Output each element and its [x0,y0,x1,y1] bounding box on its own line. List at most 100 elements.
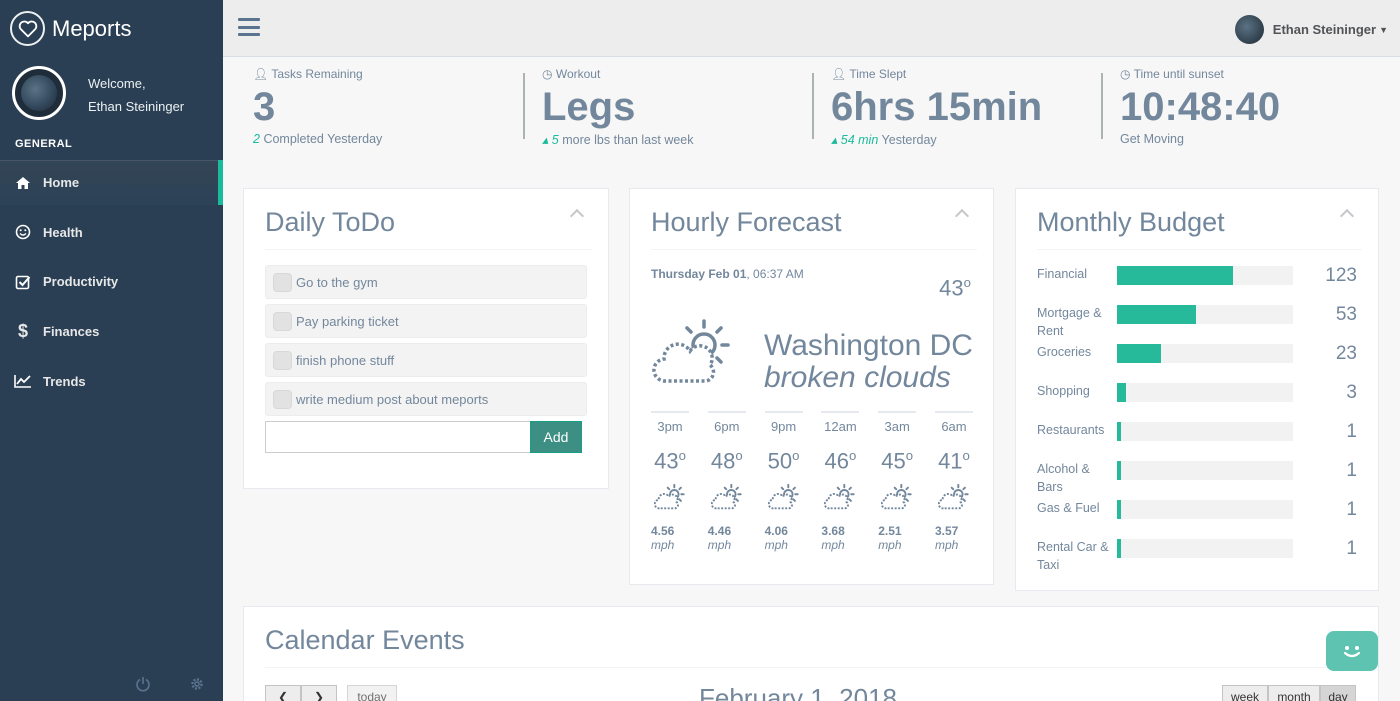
partly-cloudy-icon [878,482,916,514]
divider [812,73,814,139]
today-button[interactable]: today [347,685,397,701]
calendar-nav: ❮ ❯ today [265,685,397,701]
budget-bar-fill [1117,305,1197,324]
chevron-right-icon: ❯ [313,690,325,701]
wind-speed: 4.06 [764,524,788,539]
panel-title: Hourly Forecast [651,207,842,237]
todo-label: write medium post about meports [296,391,489,407]
todo-label: finish phone stuff [296,352,395,368]
tile-bottom-text: Get Moving [1120,132,1184,146]
brand[interactable]: Meports [10,11,131,46]
clock-icon: ◷ [1120,67,1131,81]
profile: Welcome, Ethan Steininger [12,66,184,120]
sidebar-item-label: Health [43,224,83,240]
wind-speed: 4.56 [651,524,675,539]
sidebar-item-finances[interactable]: $ Finances [0,309,223,354]
todo-checkbox[interactable] [273,311,292,331]
collapse-icon[interactable] [1339,208,1355,224]
sidebar-item-productivity[interactable]: Productivity [0,259,223,304]
todo-label: Pay parking ticket [296,313,399,329]
chat-bot-button[interactable] [1326,631,1378,671]
todo-item[interactable]: Pay parking ticket [265,304,587,338]
sidebar: Meports Welcome, Ethan Steininger GENERA… [0,0,223,701]
tile-bottom-text: Yesterday [881,133,937,147]
sidebar-menu: Home Health Productivity $ Finances Tren… [0,160,223,408]
gear-icon[interactable] [189,676,205,697]
forecast-time: , 06:37 AM [746,267,804,281]
wind-speed: 2.51 [878,524,902,539]
section-title: GENERAL [15,138,73,150]
collapse-icon[interactable] [569,208,585,224]
budget-bar [1117,422,1293,441]
budget-panel: Monthly Budget Financial 123 Mortgage & Re… [1015,188,1379,591]
avatar [1234,15,1264,44]
checkbox-icon [14,274,32,290]
sidebar-item-health[interactable]: Health [0,210,223,255]
budget-bar-fill [1117,422,1121,441]
prev-button[interactable]: ❮ [265,685,301,701]
view-day-button[interactable]: day [1320,685,1356,701]
hour-label: 9pm [770,419,797,434]
wind-unit: mph [934,538,959,553]
panel-title: Daily ToDo [265,207,396,237]
hour-temp: 50o [767,448,800,474]
avatar[interactable] [12,66,66,120]
hour-column: 3am 45o 2.51 mph [878,411,917,552]
tile-value: Legs [542,85,636,129]
tile-tasks: 👤︎ Tasks Remaining 3 2 Completed Yesterd… [253,67,382,146]
tile-label: Time Slept [849,67,907,81]
collapse-icon[interactable] [954,208,970,224]
hour-label: 12am [824,419,857,434]
view-week-button[interactable]: week [1222,685,1268,701]
view-month-button[interactable]: month [1268,685,1320,701]
todo-item[interactable]: Go to the gym [265,265,587,299]
budget-bar [1117,539,1293,558]
wind-speed: 4.46 [707,524,732,539]
line-chart-icon [14,374,32,389]
smiley-face-icon [1343,646,1361,658]
todo-item[interactable]: write medium post about meports [265,382,587,416]
partly-cloudy-icon [652,317,734,392]
budget-bar [1117,461,1293,480]
smile-icon [14,224,32,240]
todo-checkbox[interactable] [273,350,292,370]
user-icon: 👤︎ [831,67,847,81]
partly-cloudy-icon [708,482,746,514]
calendar-date-title: February 1, 2018 [699,683,898,701]
brand-name: Meports [52,15,132,41]
add-button[interactable]: Add [530,421,582,453]
budget-bar [1117,305,1293,324]
divider [265,667,1362,668]
budget-bar [1117,383,1293,402]
partly-cloudy-icon [821,482,859,514]
todo-checkbox[interactable] [273,272,292,292]
welcome-text: Welcome, [88,76,146,91]
wind-unit: mph [821,538,845,553]
sidebar-item-trends[interactable]: Trends [0,359,223,404]
todo-input[interactable] [265,421,531,453]
budget-bar-fill [1117,500,1121,519]
budget-bar-fill [1117,266,1234,285]
divider [1101,73,1103,139]
tile-value: 3 [253,85,276,129]
caret-up-icon: ▴ [542,133,549,147]
budget-bar [1117,266,1293,285]
hour-column: 6pm 48o 4.46 mph [707,411,746,552]
power-icon[interactable] [135,676,151,697]
top-nav: Ethan Steininger ▼ [223,0,1400,57]
todo-item[interactable]: finish phone stuff [265,343,587,377]
tile-workout: ◷ Workout Legs ▴ 5 more lbs than last we… [542,67,694,147]
budget-label: Mortgage & Rent [1037,306,1102,338]
calendar-panel: Calendar Events ❮ ❯ today February 1, 20… [243,606,1379,701]
partly-cloudy-icon [765,482,803,514]
hour-column: 3pm 43o 4.56 mph [651,411,689,552]
sidebar-item-home[interactable]: Home [0,160,223,205]
next-button[interactable]: ❯ [301,685,337,701]
todo-checkbox[interactable] [273,389,292,409]
budget-value: 23 [1335,343,1357,364]
forecast-date: Thursday Feb 01, 06:37 AM [651,267,804,281]
budget-value: 53 [1335,304,1357,325]
menu-toggle-icon[interactable] [238,18,260,36]
sidebar-item-label: Productivity [43,274,119,290]
user-menu[interactable]: Ethan Steininger ▼ [1234,15,1388,44]
